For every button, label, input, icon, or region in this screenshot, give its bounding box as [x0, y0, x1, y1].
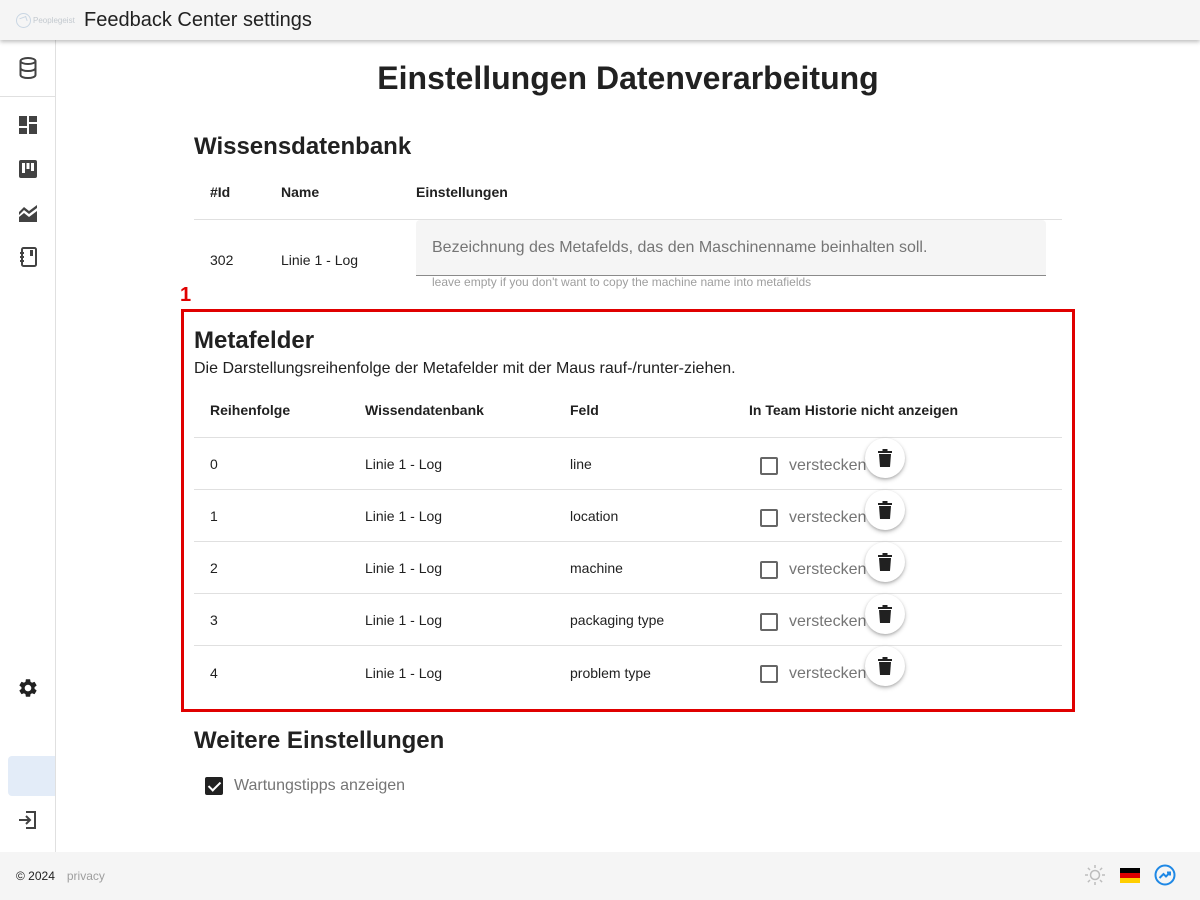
- german-flag-icon[interactable]: [1120, 867, 1140, 883]
- trash-icon: [878, 553, 892, 571]
- delete-button[interactable]: [865, 438, 905, 478]
- theme-icon[interactable]: [1084, 864, 1106, 886]
- annotation-number: 1: [180, 284, 192, 306]
- machine-name-field[interactable]: [416, 220, 1046, 276]
- table-divider: [194, 489, 1062, 490]
- notebook-icon: [19, 247, 37, 267]
- knowledge-base-cell: Linie 1 - Log: [365, 508, 443, 524]
- table-divider: [194, 593, 1062, 594]
- gear-icon: [18, 679, 37, 697]
- machine-name-hint: leave empty if you don't want to copy th…: [432, 275, 812, 289]
- field-cell: location: [570, 508, 619, 524]
- column-header-id: #Id: [210, 184, 231, 200]
- hide-checkbox-label[interactable]: verstecken: [789, 509, 866, 527]
- column-header-name: Name: [281, 184, 320, 200]
- order-cell: 3: [210, 612, 218, 628]
- column-header-knowledge-base: Wissendatenbank: [365, 402, 484, 418]
- hide-checkbox[interactable]: [760, 457, 778, 475]
- order-cell: 2: [210, 560, 218, 576]
- app-logo-icon[interactable]: [1154, 864, 1176, 886]
- trash-icon: [878, 657, 892, 675]
- hide-checkbox-label[interactable]: verstecken: [789, 457, 866, 475]
- delete-button[interactable]: [865, 594, 905, 634]
- trash-icon: [878, 605, 892, 623]
- order-cell: 1: [210, 508, 218, 524]
- footer-actions: [1084, 864, 1176, 886]
- sidebar-item-notebook[interactable]: [0, 237, 55, 277]
- privacy-link[interactable]: privacy: [67, 869, 105, 883]
- board-icon: [18, 160, 37, 178]
- maintenance-tips-checkbox[interactable]: [205, 777, 223, 795]
- maintenance-tips-label[interactable]: Wartungstipps anzeigen: [234, 777, 405, 795]
- further-settings-title: Weitere Einstellungen: [194, 727, 445, 754]
- table-divider: [194, 645, 1062, 646]
- delete-button[interactable]: [865, 490, 905, 530]
- knowledge-base-cell: Linie 1 - Log: [365, 560, 443, 576]
- knowledge-base-cell: Linie 1 - Log: [365, 665, 443, 681]
- sidebar-item-logout[interactable]: [0, 800, 55, 840]
- metafields-title: Metafelder: [194, 327, 315, 354]
- column-header-settings: Einstellungen: [416, 184, 508, 200]
- app-title: Feedback Center settings: [84, 8, 312, 31]
- table-divider: [194, 437, 1062, 438]
- knowledge-base-cell: Linie 1 - Log: [365, 612, 443, 628]
- page-title: Einstellungen Datenverarbeitung: [377, 60, 879, 96]
- logo-text: Peoplegeist: [33, 15, 75, 25]
- copyright-text: © 2024: [16, 869, 55, 883]
- sidebar-item-active[interactable]: [8, 756, 55, 796]
- top-app-bar: Peoplegeist Feedback Center settings: [0, 0, 1200, 40]
- logout-icon: [18, 811, 36, 829]
- sidebar-item-dashboard[interactable]: [0, 105, 55, 145]
- sidebar-divider: [0, 96, 55, 97]
- delete-button[interactable]: [865, 646, 905, 686]
- sidebar-item-settings[interactable]: [0, 668, 55, 708]
- column-header-order: Reihenfolge: [210, 402, 291, 418]
- analytics-icon: [18, 205, 37, 222]
- sidebar: [0, 40, 56, 852]
- kb-id-cell: 302: [210, 252, 234, 268]
- field-cell: packaging type: [570, 612, 665, 628]
- delete-button[interactable]: [865, 542, 905, 582]
- column-header-field: Feld: [570, 402, 599, 418]
- logo-icon: [16, 12, 31, 28]
- hide-checkbox[interactable]: [760, 613, 778, 631]
- hide-checkbox[interactable]: [760, 665, 778, 683]
- column-header-hide: In Team Historie nicht anzeigen: [749, 402, 959, 418]
- dashboard-icon: [18, 116, 37, 134]
- hide-checkbox[interactable]: [760, 509, 778, 527]
- field-cell: machine: [570, 560, 623, 576]
- machine-name-input[interactable]: [416, 220, 1046, 275]
- hide-checkbox[interactable]: [760, 561, 778, 579]
- sidebar-item-board[interactable]: [0, 149, 55, 189]
- field-cell: problem type: [570, 665, 651, 681]
- sidebar-item-analytics[interactable]: [0, 193, 55, 233]
- footer: © 2024 privacy: [0, 852, 1200, 900]
- hide-checkbox-label[interactable]: verstecken: [789, 665, 866, 683]
- knowledge-base-title: Wissensdatenbank: [194, 133, 412, 160]
- database-icon: [19, 57, 36, 79]
- metafields-subtitle: Die Darstellungsreihenfolge der Metafeld…: [194, 360, 736, 377]
- kb-name-cell: Linie 1 - Log: [281, 252, 359, 268]
- order-cell: 4: [210, 665, 218, 681]
- knowledge-base-cell: Linie 1 - Log: [365, 456, 443, 472]
- order-cell: 0: [210, 456, 218, 472]
- trash-icon: [878, 501, 892, 519]
- app-logo[interactable]: Peoplegeist: [16, 12, 80, 28]
- table-divider: [194, 541, 1062, 542]
- trash-icon: [878, 449, 892, 467]
- hide-checkbox-label[interactable]: verstecken: [789, 613, 866, 631]
- hide-checkbox-label[interactable]: verstecken: [789, 561, 866, 579]
- field-cell: line: [570, 456, 592, 472]
- sidebar-item-database[interactable]: [0, 48, 55, 88]
